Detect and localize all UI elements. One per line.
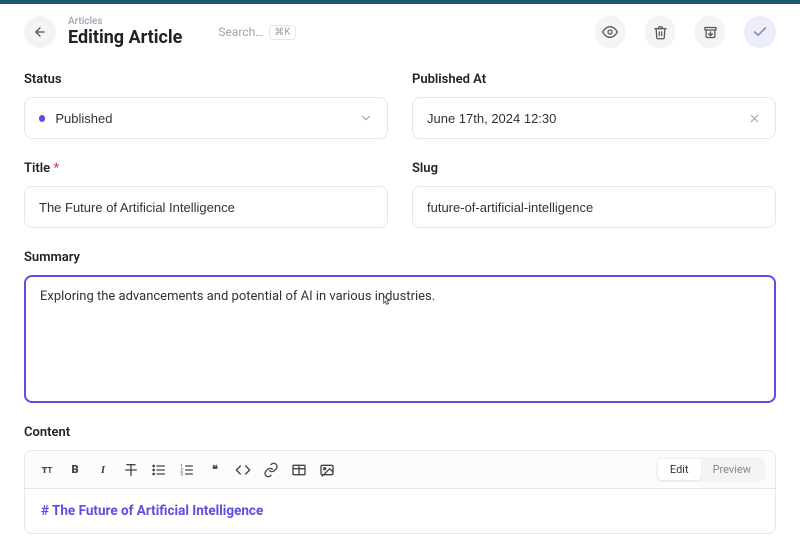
editor-toolbar: тT B I 123 ❝ (25, 451, 775, 489)
ordered-list-icon: 123 (179, 462, 195, 478)
tab-edit[interactable]: Edit (658, 459, 701, 480)
cursor-pointer-icon (379, 294, 393, 310)
published-at-value[interactable] (427, 111, 748, 126)
chevron-down-icon (359, 111, 373, 125)
quote-icon: ❝ (212, 463, 218, 476)
archive-button[interactable] (694, 16, 726, 48)
content-heading-line: # The Future of Artificial Intelligence (41, 503, 759, 519)
required-mark: * (53, 161, 59, 176)
page-header: Articles Editing Article Search… ⌘K (0, 4, 800, 60)
title-field[interactable] (24, 186, 388, 228)
summary-label: Summary (24, 250, 776, 265)
clear-date-button[interactable] (748, 112, 761, 125)
editor-mode-tabs: Edit Preview (656, 457, 765, 482)
back-button[interactable] (24, 16, 56, 48)
published-at-label: Published At (412, 72, 776, 87)
status-select[interactable] (24, 97, 388, 139)
slug-field[interactable] (412, 186, 776, 228)
status-value (55, 111, 359, 126)
summary-field[interactable] (24, 275, 776, 403)
tool-code[interactable] (231, 458, 255, 482)
title-input[interactable] (39, 200, 373, 215)
italic-icon: I (101, 464, 105, 476)
arrow-left-icon (33, 25, 47, 39)
save-button[interactable] (744, 16, 776, 48)
bullet-list-icon (151, 462, 167, 478)
published-at-input[interactable] (412, 97, 776, 139)
tool-italic[interactable]: I (91, 458, 115, 482)
delete-button[interactable] (644, 16, 676, 48)
trash-icon (653, 25, 668, 40)
slug-label: Slug (412, 161, 776, 176)
tool-quote[interactable]: ❝ (203, 458, 227, 482)
strikethrough-icon (123, 462, 139, 478)
breadcrumb[interactable]: Articles (68, 16, 182, 27)
check-icon (752, 24, 768, 40)
search-input[interactable]: Search… ⌘K (218, 25, 295, 40)
tool-table[interactable] (287, 458, 311, 482)
table-icon (291, 462, 307, 478)
slug-input[interactable] (427, 200, 761, 215)
tool-bullet-list[interactable] (147, 458, 171, 482)
form: Status Published At Title * (0, 60, 800, 546)
image-icon (319, 462, 335, 478)
tool-link[interactable] (259, 458, 283, 482)
close-icon (748, 112, 761, 125)
tool-heading[interactable]: тT (35, 458, 59, 482)
summary-textarea[interactable] (40, 289, 760, 385)
bold-icon: B (71, 463, 78, 476)
status-label: Status (24, 72, 388, 87)
link-icon (263, 462, 279, 478)
content-label: Content (24, 425, 776, 440)
tool-image[interactable] (315, 458, 339, 482)
content-editor: тT B I 123 ❝ (24, 450, 776, 534)
eye-icon (602, 24, 618, 40)
svg-text:3: 3 (180, 471, 183, 477)
tab-preview[interactable]: Preview (701, 459, 763, 480)
status-dot-icon (39, 115, 45, 122)
page-title: Editing Article (68, 27, 182, 48)
tool-strike[interactable] (119, 458, 143, 482)
search-placeholder: Search… (218, 25, 263, 39)
text-size-icon: тT (42, 463, 53, 476)
preview-button[interactable] (594, 16, 626, 48)
tool-ordered-list[interactable]: 123 (175, 458, 199, 482)
editor-body[interactable]: # The Future of Artificial Intelligence (25, 489, 775, 533)
title-label: Title * (24, 161, 388, 176)
archive-icon (703, 25, 718, 40)
code-icon (235, 462, 251, 478)
tool-bold[interactable]: B (63, 458, 87, 482)
search-kbd-hint: ⌘K (269, 25, 295, 40)
